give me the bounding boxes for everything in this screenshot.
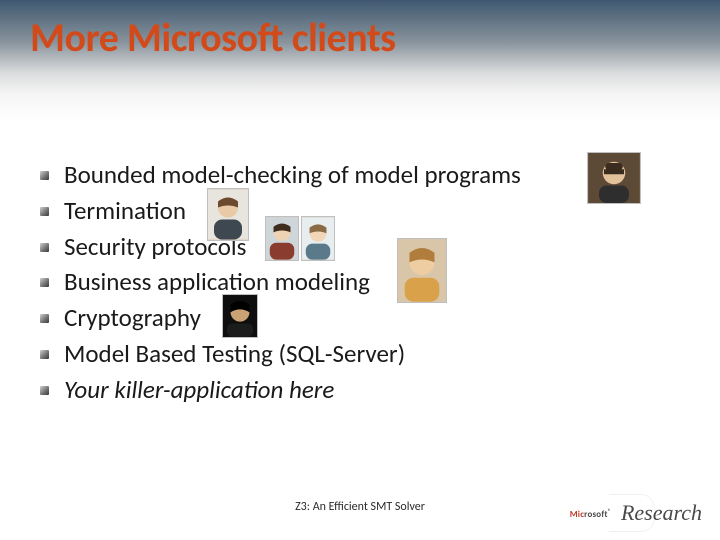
bullet-list: Bounded model-checking of model programs… [38, 158, 680, 406]
list-item-text: Termination [64, 195, 186, 226]
slide: More Microsoft clients Bounded model-che… [0, 0, 720, 540]
logo-brand: Microsoft® [570, 507, 611, 520]
person-thumb-1 [587, 152, 641, 204]
person-thumb-3 [265, 216, 299, 261]
list-item: Termination [38, 194, 680, 228]
list-item: Model Based Testing (SQL-Server) [38, 337, 680, 371]
list-item: Cryptography [38, 301, 680, 335]
person-thumb-5 [397, 238, 447, 303]
list-item: Your killer-application here [38, 373, 680, 407]
person-thumb-6 [222, 294, 258, 338]
slide-title: More Microsoft clients [30, 18, 396, 58]
list-item: Business application modeling [38, 265, 680, 299]
person-thumb-4 [301, 216, 335, 261]
content-area: Bounded model-checking of model programs… [38, 158, 680, 408]
list-item-text: Business application modeling [64, 266, 370, 297]
list-item: Bounded model-checking of model programs [38, 158, 680, 192]
list-item: Security protocols [38, 230, 680, 264]
list-item-text: Bounded model-checking of model programs [64, 159, 521, 190]
title-band: More Microsoft clients [0, 0, 720, 120]
ms-research-logo: Microsoft® Research [570, 500, 702, 526]
list-item-text: Cryptography [64, 302, 201, 333]
person-thumb-2 [207, 188, 249, 241]
list-item-text: Model Based Testing (SQL-Server) [64, 338, 405, 369]
list-item-text: Your killer-application here [64, 374, 334, 405]
logo-unit: Research [615, 500, 702, 526]
